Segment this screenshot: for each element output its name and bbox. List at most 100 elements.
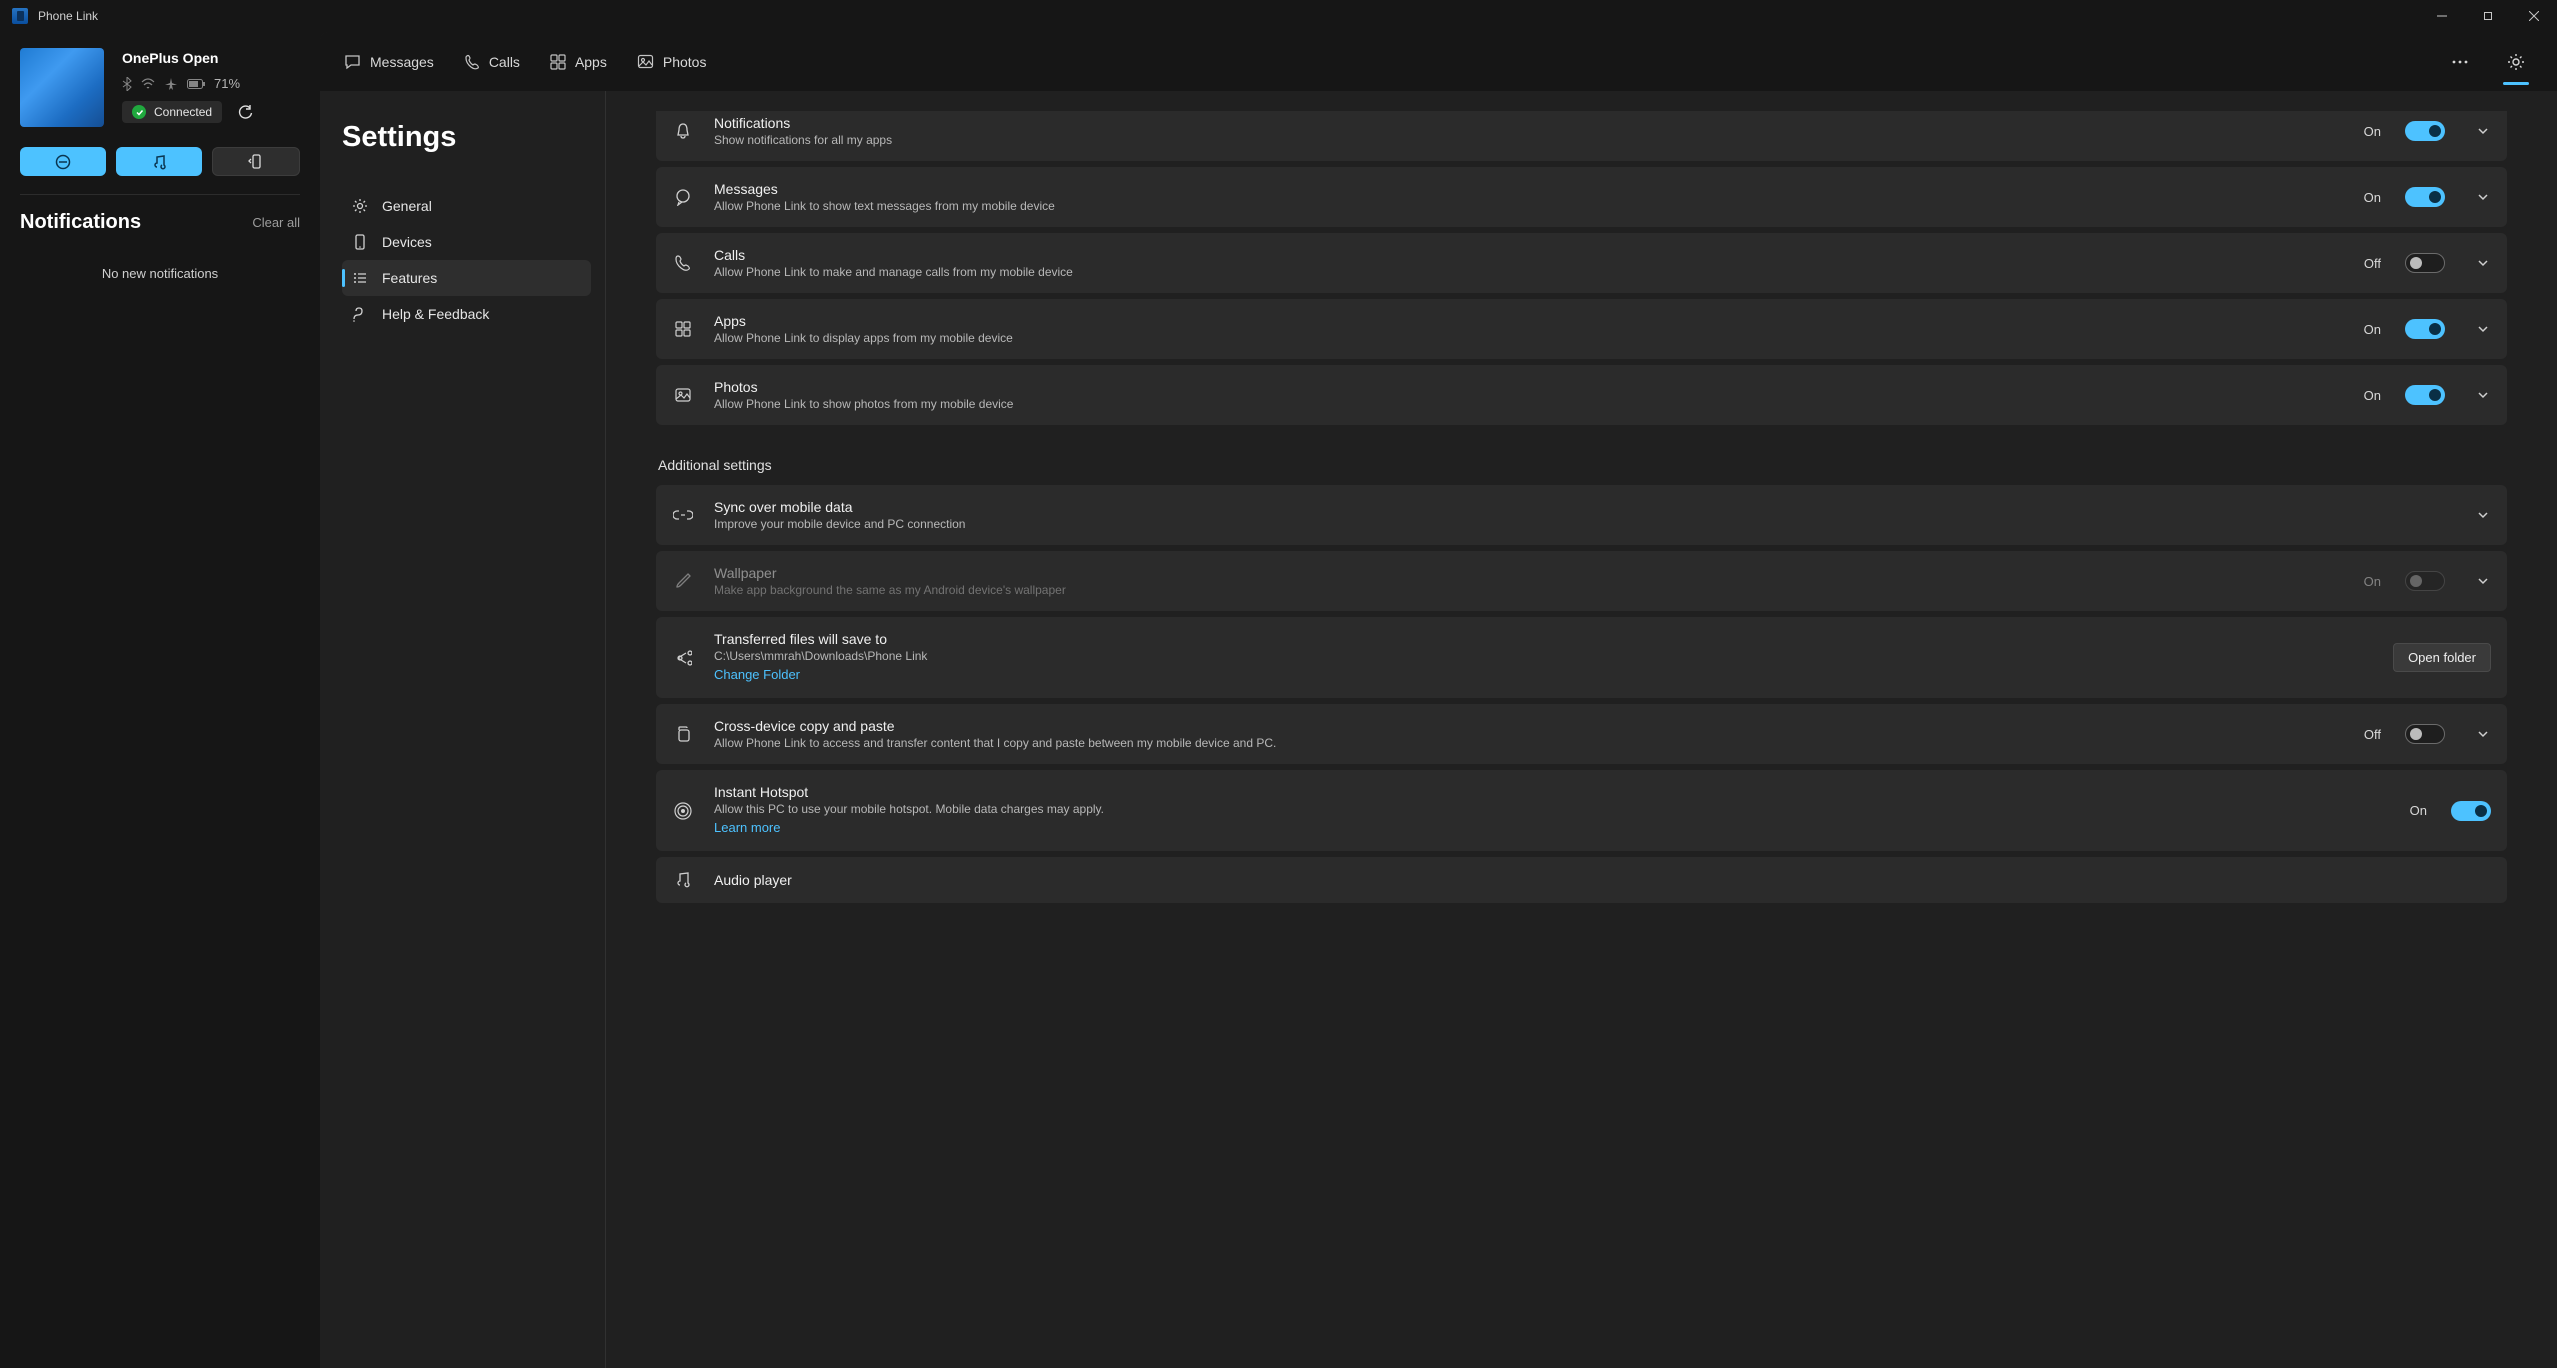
connection-row: Connected	[122, 101, 258, 123]
quick-action-audio[interactable]	[116, 147, 202, 176]
gear-icon	[352, 198, 368, 214]
tab-photos[interactable]: Photos	[633, 49, 711, 74]
change-folder-link[interactable]: Change Folder	[714, 667, 800, 682]
setting-subtitle: Allow Phone Link to show photos from my …	[714, 397, 2344, 411]
connection-status-label: Connected	[154, 105, 212, 119]
window-maximize-button[interactable]	[2465, 0, 2511, 32]
share-icon	[674, 649, 692, 667]
setting-photos[interactable]: Photos Allow Phone Link to show photos f…	[656, 365, 2507, 425]
photos-toggle[interactable]	[2405, 385, 2445, 405]
quick-action-mirror[interactable]	[212, 147, 300, 176]
calls-icon	[464, 54, 480, 70]
settings-nav-devices[interactable]: Devices	[342, 224, 591, 260]
setting-title: Calls	[714, 247, 2344, 263]
device-header: OnePlus Open 71% Connected	[10, 48, 310, 135]
clear-all-button[interactable]: Clear all	[252, 215, 300, 230]
setting-sync-mobile-data[interactable]: Sync over mobile data Improve your mobil…	[656, 485, 2507, 545]
more-button[interactable]	[2443, 45, 2477, 79]
airplane-mode-icon	[164, 77, 178, 91]
settings-nav-help[interactable]: Help & Feedback	[342, 296, 591, 332]
chevron-down-icon[interactable]	[2475, 509, 2491, 521]
tab-calls[interactable]: Calls	[460, 50, 524, 74]
link-icon	[673, 509, 693, 521]
help-icon	[352, 306, 368, 322]
open-folder-button[interactable]: Open folder	[2393, 643, 2491, 672]
chat-icon	[674, 188, 692, 206]
setting-calls[interactable]: Calls Allow Phone Link to make and manag…	[656, 233, 2507, 293]
setting-apps[interactable]: Apps Allow Phone Link to display apps fr…	[656, 299, 2507, 359]
battery-icon	[187, 79, 205, 89]
calls-toggle[interactable]	[2405, 253, 2445, 273]
setting-title: Apps	[714, 313, 2344, 329]
bell-icon	[674, 122, 692, 140]
connection-status-pill: Connected	[122, 101, 222, 123]
refresh-button[interactable]	[232, 101, 258, 123]
left-sidebar: OnePlus Open 71% Connected	[0, 32, 320, 1368]
setting-title: Cross-device copy and paste	[714, 718, 2344, 734]
window-close-button[interactable]	[2511, 0, 2557, 32]
settings-nav-features[interactable]: Features	[342, 260, 591, 296]
brush-icon	[674, 572, 692, 590]
wifi-icon	[141, 78, 155, 90]
settings-title: Settings	[342, 121, 591, 154]
chevron-down-icon[interactable]	[2475, 257, 2491, 269]
chevron-down-icon[interactable]	[2475, 389, 2491, 401]
chevron-down-icon[interactable]	[2475, 125, 2491, 137]
setting-title: Transferred files will save to	[714, 631, 2373, 647]
chevron-down-icon[interactable]	[2475, 575, 2491, 587]
settings-body: Settings General Devices Features Help &…	[320, 91, 2557, 1368]
quick-action-dnd[interactable]	[20, 147, 106, 176]
apps-toggle[interactable]	[2405, 319, 2445, 339]
messages-toggle[interactable]	[2405, 187, 2445, 207]
setting-subtitle: Allow Phone Link to access and transfer …	[714, 736, 2344, 750]
toggle-state-label: On	[2364, 124, 2381, 139]
learn-more-link[interactable]: Learn more	[714, 820, 780, 835]
clipboard-toggle[interactable]	[2405, 724, 2445, 744]
setting-cross-device-clipboard[interactable]: Cross-device copy and paste Allow Phone …	[656, 704, 2507, 764]
notifications-toggle[interactable]	[2405, 121, 2445, 141]
setting-wallpaper[interactable]: Wallpaper Make app background the same a…	[656, 551, 2507, 611]
setting-title: Wallpaper	[714, 565, 2344, 581]
device-meta: OnePlus Open 71% Connected	[122, 48, 258, 123]
device-wallpaper-thumb[interactable]	[20, 48, 104, 127]
content-area: Messages Calls Apps Photos	[320, 32, 2557, 1368]
window-minimize-button[interactable]	[2419, 0, 2465, 32]
settings-pane[interactable]: Notifications Show notifications for all…	[606, 91, 2557, 1368]
setting-title: Sync over mobile data	[714, 499, 2445, 515]
setting-subtitle: Make app background the same as my Andro…	[714, 583, 2344, 597]
setting-subtitle: Allow Phone Link to make and manage call…	[714, 265, 2344, 279]
setting-audio-player[interactable]: Audio player	[656, 857, 2507, 903]
dnd-icon	[55, 154, 71, 170]
setting-instant-hotspot: Instant Hotspot Allow this PC to use you…	[656, 770, 2507, 851]
tab-messages[interactable]: Messages	[340, 49, 438, 74]
setting-subtitle: C:\Users\mmrah\Downloads\Phone Link	[714, 649, 2373, 663]
tab-calls-label: Calls	[489, 54, 520, 70]
hotspot-toggle[interactable]	[2451, 801, 2491, 821]
settings-nav-label: Features	[382, 270, 437, 286]
bluetooth-icon	[122, 77, 132, 91]
settings-nav-general[interactable]: General	[342, 188, 591, 224]
toggle-state-label: On	[2364, 574, 2381, 589]
setting-messages[interactable]: Messages Allow Phone Link to show text m…	[656, 167, 2507, 227]
phone-icon	[352, 234, 368, 250]
battery-percent: 71%	[214, 76, 240, 91]
settings-nav-label: Devices	[382, 234, 432, 250]
chevron-down-icon[interactable]	[2475, 191, 2491, 203]
tab-messages-label: Messages	[370, 54, 434, 70]
tab-apps[interactable]: Apps	[546, 50, 611, 74]
apps-icon	[674, 320, 692, 338]
setting-title: Instant Hotspot	[714, 784, 2390, 800]
toggle-state-label: Off	[2364, 256, 2381, 271]
hotspot-icon	[673, 801, 693, 821]
quick-actions	[10, 135, 310, 176]
toggle-state-label: On	[2364, 322, 2381, 337]
tab-photos-label: Photos	[663, 54, 707, 70]
settings-button[interactable]	[2499, 45, 2533, 79]
chevron-down-icon[interactable]	[2475, 728, 2491, 740]
setting-subtitle: Allow Phone Link to show text messages f…	[714, 199, 2344, 213]
phone-mirror-icon	[248, 154, 264, 170]
window-titlebar: Phone Link	[0, 0, 2557, 32]
setting-notifications[interactable]: Notifications Show notifications for all…	[656, 111, 2507, 161]
chevron-down-icon[interactable]	[2475, 323, 2491, 335]
setting-title: Audio player	[714, 872, 2491, 888]
